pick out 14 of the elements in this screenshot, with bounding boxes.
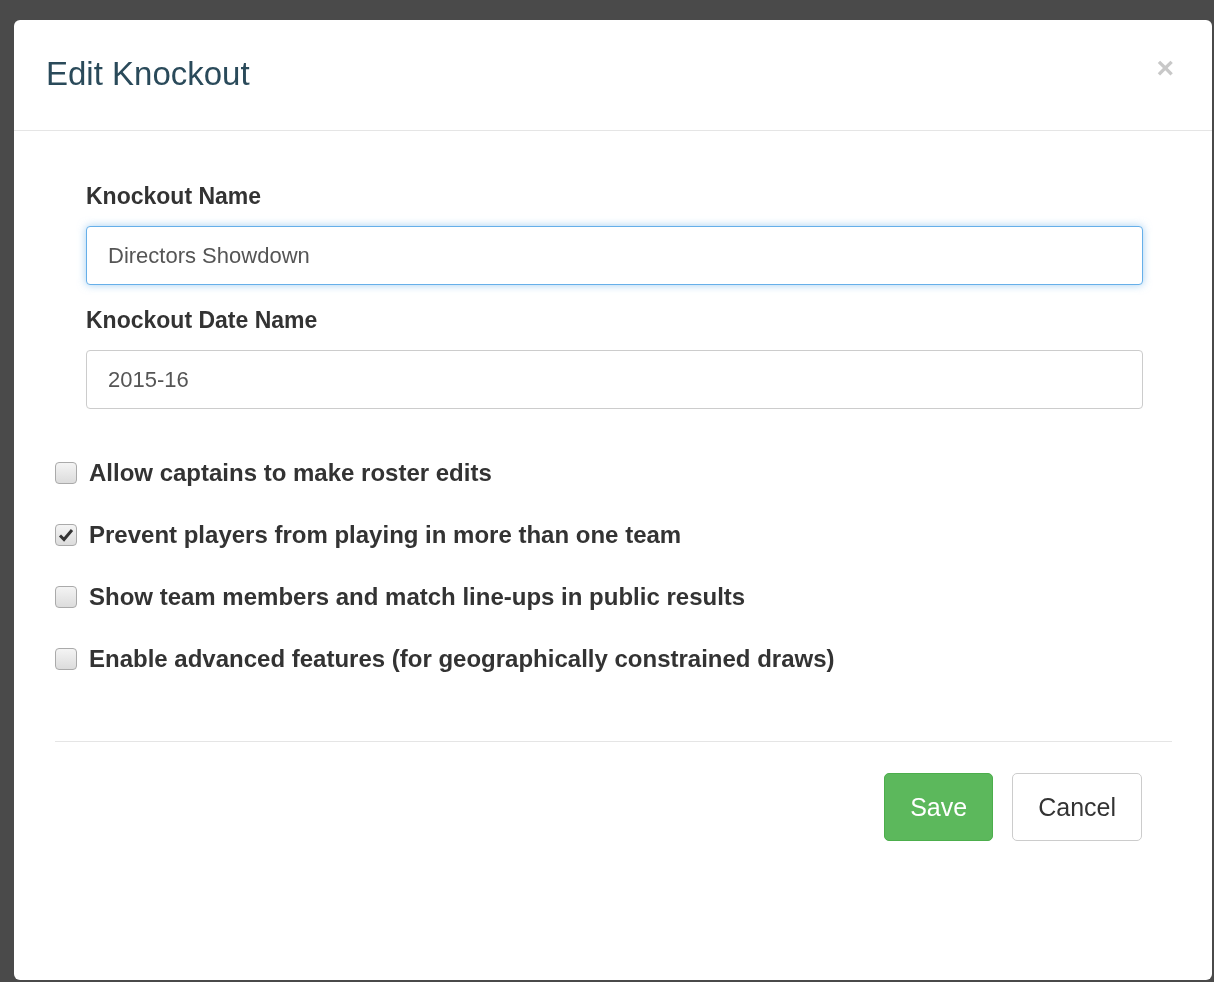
- field-label: Knockout Date Name: [86, 307, 319, 334]
- checkbox[interactable]: [55, 524, 77, 546]
- checkbox[interactable]: [55, 462, 77, 484]
- checkbox[interactable]: [55, 648, 77, 670]
- checkbox-label: Prevent players from playing in more than one team: [89, 521, 682, 549]
- checkbox-label: Show team members and match line-ups in public results: [89, 583, 746, 611]
- checkbox[interactable]: [55, 586, 77, 608]
- cancel-button[interactable]: Cancel: [1012, 773, 1142, 841]
- text-field[interactable]: Directors Showdown: [86, 226, 1143, 285]
- dialog-title: Edit Knockout: [46, 54, 250, 94]
- checkbox-label: Allow captains to make roster edits: [89, 459, 492, 487]
- checkbox-label: Enable advanced features (for geographically constrained draws): [89, 645, 835, 673]
- field-label: Knockout Name: [86, 183, 263, 210]
- text-field[interactable]: 2015-16: [86, 350, 1143, 409]
